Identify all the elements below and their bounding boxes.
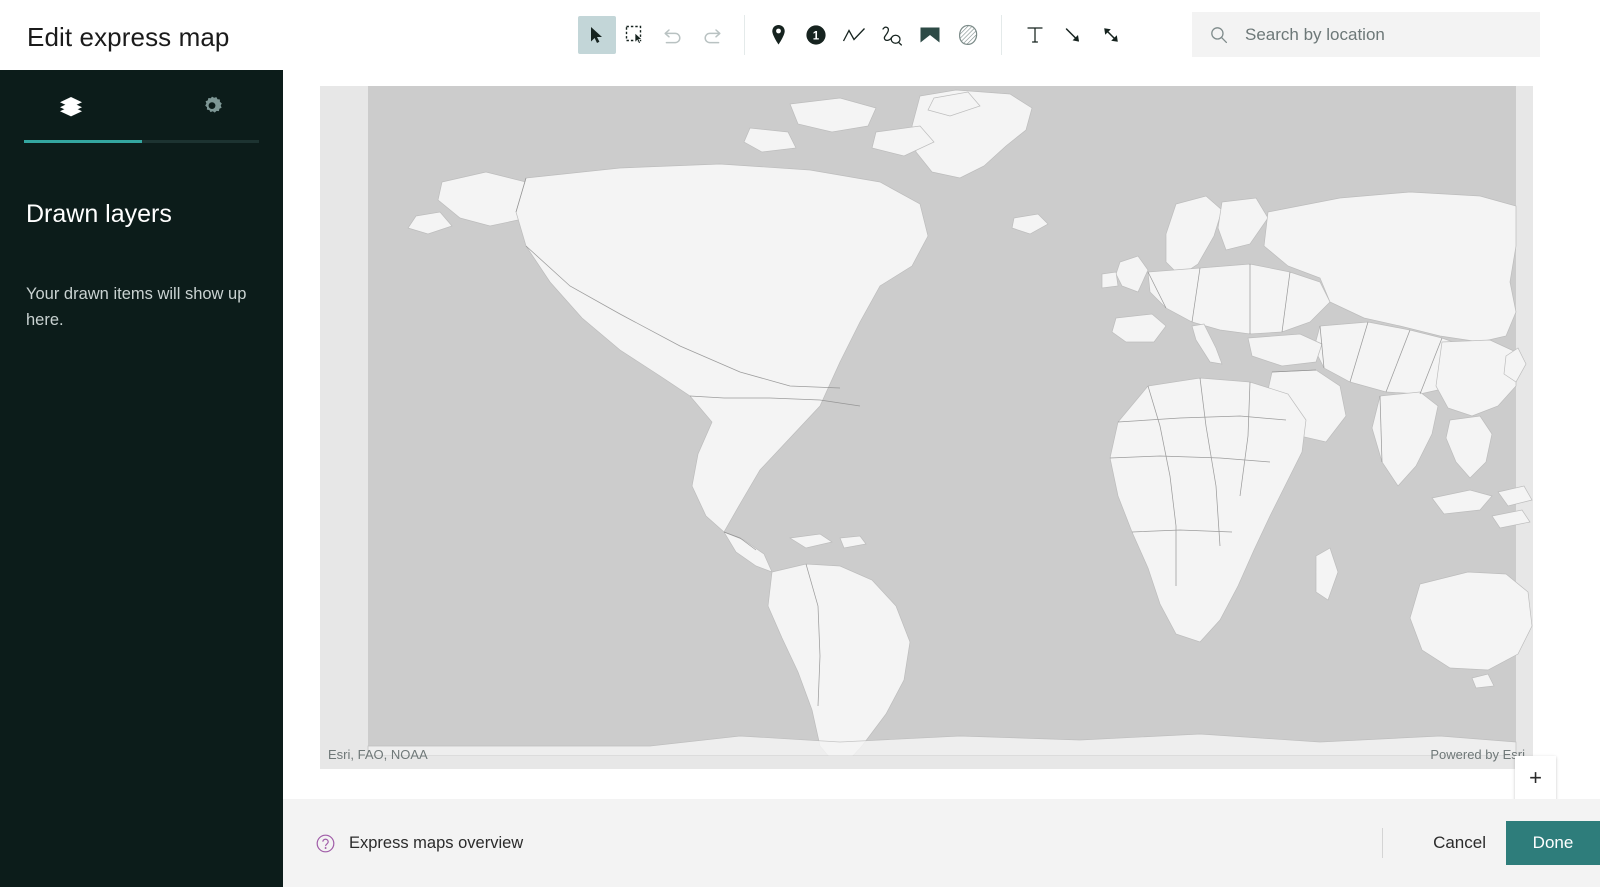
cursor-icon [591, 27, 602, 43]
undo-tool[interactable] [654, 16, 692, 54]
select-tool[interactable] [578, 16, 616, 54]
map-content-area: Esri, FAO, NOAA Powered by Esri + — [283, 70, 1600, 887]
redo-icon [704, 29, 721, 44]
drawn-layers-title: Drawn layers [26, 200, 172, 228]
sidebar-tabs [0, 70, 283, 144]
tab-indicator-active [24, 140, 142, 143]
toolbar-divider-1 [744, 15, 745, 55]
sidebar: Drawn layers Your drawn items will show … [0, 70, 283, 887]
express-maps-overview-link[interactable]: Express maps overview [316, 834, 523, 853]
tab-indicator-idle [141, 140, 259, 143]
tool-group-selection [578, 16, 730, 54]
page-title: Edit express map [27, 22, 230, 52]
search-placeholder: Search by location [1245, 24, 1385, 44]
freehand-line-icon [882, 26, 903, 46]
map-attribution-strip [320, 756, 1533, 769]
search-input[interactable]: Search by location [1192, 12, 1540, 57]
numbered-pin-value: 1 [813, 30, 820, 42]
marquee-select-tool[interactable] [616, 16, 654, 54]
top-bar: Edit express map 1 Search by location [0, 0, 1600, 70]
zoom-in-button[interactable]: + [1515, 756, 1556, 799]
undo-icon [663, 29, 680, 44]
point-tool[interactable] [759, 16, 797, 54]
map-attribution: Esri, FAO, NOAA [328, 747, 428, 762]
map-powered-by: Powered by Esri [1430, 747, 1525, 762]
cancel-button[interactable]: Cancel [1425, 823, 1494, 863]
footer-divider [1382, 828, 1383, 858]
freehand-area-tool[interactable] [949, 16, 987, 54]
numbered-point-tool[interactable]: 1 [797, 16, 835, 54]
text-icon [1027, 27, 1043, 43]
footer-bar: Express maps overview Cancel Done [283, 799, 1600, 887]
done-button[interactable]: Done [1506, 821, 1600, 865]
double-arrow-icon [1104, 28, 1118, 42]
drawn-layers-empty-message: Your drawn items will show up here. [26, 285, 247, 329]
numbered-pin-icon: 1 [806, 25, 826, 45]
tool-group-annotation [1016, 16, 1130, 54]
text-tool[interactable] [1016, 16, 1054, 54]
freehand-area-icon [958, 24, 978, 46]
map-pin-icon [771, 25, 785, 45]
gear-icon [205, 96, 223, 113]
sidebar-tab-indicator [24, 140, 259, 143]
layers-icon [59, 97, 82, 117]
marquee-select-icon [625, 25, 644, 45]
redo-tool[interactable] [692, 16, 730, 54]
search-icon [1211, 26, 1228, 43]
polyline-icon [842, 28, 865, 42]
express-maps-overview-label: Express maps overview [349, 833, 524, 852]
line-tool[interactable] [835, 16, 873, 54]
question-circle-icon [316, 834, 335, 852]
tool-group-geometry: 1 [759, 16, 987, 54]
toolbar-divider-2 [1001, 15, 1002, 55]
tab-settings[interactable] [142, 70, 284, 144]
freehand-line-tool[interactable] [873, 16, 911, 54]
map-canvas[interactable]: Esri, FAO, NOAA Powered by Esri [320, 86, 1533, 769]
arrow-icon [1065, 28, 1079, 42]
arrow-tool[interactable] [1054, 16, 1092, 54]
world-basemap [320, 86, 1533, 769]
tab-layers[interactable] [0, 70, 142, 144]
double-arrow-tool[interactable] [1092, 16, 1130, 54]
drawing-toolbar: 1 [578, 12, 1130, 58]
polygon-tool[interactable] [911, 16, 949, 54]
polygon-icon [920, 27, 940, 43]
